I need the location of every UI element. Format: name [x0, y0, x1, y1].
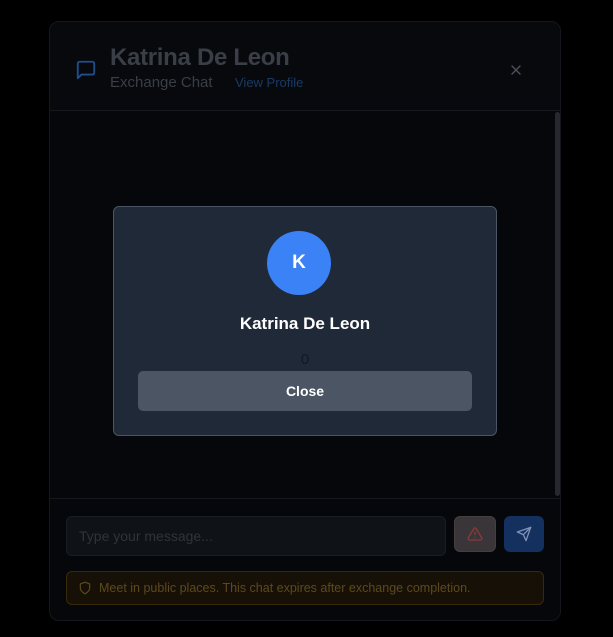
send-button[interactable] [504, 516, 544, 552]
view-profile-link[interactable]: View Profile [235, 75, 303, 90]
profile-popup: K Katrina De Leon 0 Close [113, 206, 497, 436]
chat-subtitle: Exchange Chat [110, 74, 213, 91]
profile-count: 0 [300, 351, 310, 368]
warning-icon [467, 527, 483, 541]
close-icon[interactable] [508, 62, 524, 78]
safety-notice-text: Meet in public places. This chat expires… [99, 581, 471, 595]
shield-icon [79, 581, 91, 595]
popup-close-button[interactable]: Close [138, 371, 472, 411]
chat-header: Katrina De Leon Exchange Chat View Profi… [50, 22, 560, 111]
safety-notice: Meet in public places. This chat expires… [66, 571, 544, 605]
chat-title: Katrina De Leon [110, 44, 290, 71]
composer: Meet in public places. This chat expires… [50, 498, 560, 620]
profile-name: Katrina De Leon [239, 314, 371, 333]
avatar: K [267, 231, 331, 295]
message-input[interactable] [66, 516, 446, 556]
send-icon [516, 526, 532, 542]
chat-icon [76, 60, 96, 80]
report-button[interactable] [454, 516, 496, 552]
message-scrollbar[interactable] [555, 112, 560, 496]
